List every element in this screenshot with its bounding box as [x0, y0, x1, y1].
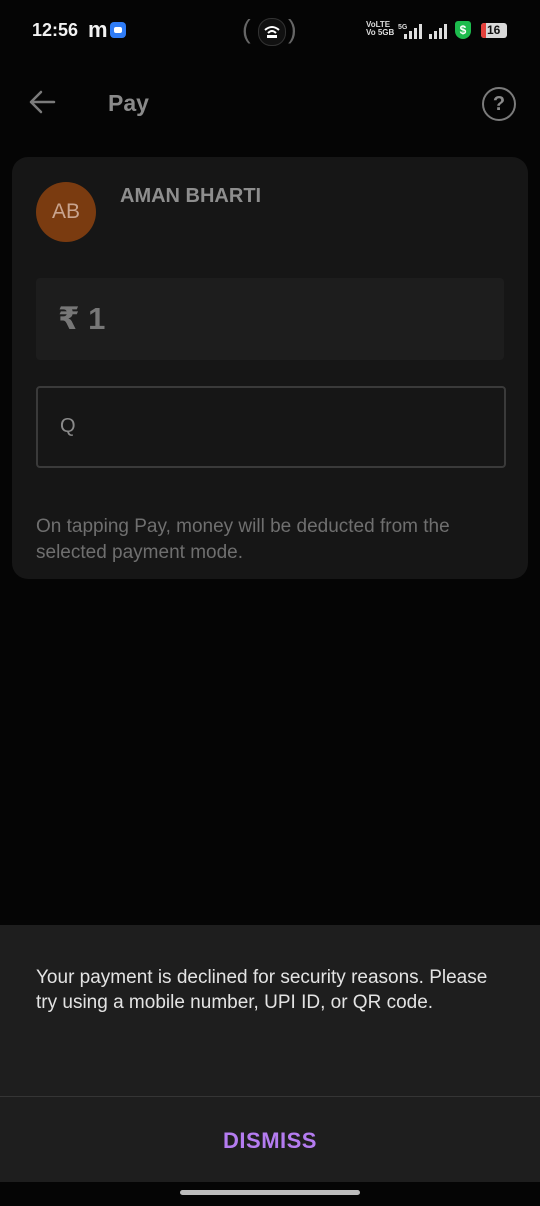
- network-type-label: VoLTE Vo 5GB: [366, 21, 394, 37]
- avatar: AB: [36, 182, 96, 242]
- dialog-message: Your payment is declined for security re…: [36, 967, 488, 1013]
- app-bar: Pay ?: [0, 70, 540, 134]
- navigation-bar: [0, 1182, 540, 1206]
- page-title: Pay: [108, 90, 149, 116]
- note-input[interactable]: Q: [36, 386, 506, 468]
- battery-level: 16: [487, 23, 501, 37]
- svg-text:5G: 5G: [398, 24, 408, 31]
- help-icon[interactable]: ?: [482, 87, 516, 121]
- amount-value: ₹ 1: [58, 301, 106, 336]
- declined-dialog: Your payment is declined for security re…: [0, 925, 540, 1182]
- deduction-info-text: On tapping Pay, money will be deducted f…: [36, 516, 450, 563]
- dismiss-button[interactable]: DISMISS: [0, 1097, 540, 1182]
- amount-field[interactable]: ₹ 1: [36, 278, 504, 360]
- right-bracket-icon: ): [288, 14, 297, 44]
- payment-card: AB AMAN BHARTI ₹ 1 Q On tapping Pay, mon…: [12, 157, 528, 579]
- left-bracket-icon: (: [242, 14, 251, 44]
- note-value: Q: [60, 415, 76, 437]
- signal-icon: [429, 24, 447, 39]
- home-gesture-handle[interactable]: [180, 1190, 360, 1195]
- signal-5g-icon: 5G: [398, 24, 422, 39]
- hotspot-icon: [258, 18, 286, 46]
- shield-icon: $: [455, 21, 471, 39]
- status-time: 12:56: [32, 20, 79, 40]
- notification-app-icon: [110, 22, 126, 38]
- m-app-icon: m: [88, 17, 108, 42]
- payee-name: AMAN BHARTI: [120, 185, 262, 207]
- battery-icon: 16: [481, 23, 507, 38]
- vo5g-label: Vo 5GB: [366, 28, 395, 37]
- camera-cutout: ( ): [242, 14, 297, 46]
- status-bar: 12:56 m ( ) VoLTE Vo 5GB 5G $ 16: [0, 0, 540, 62]
- back-arrow-icon[interactable]: [26, 86, 58, 118]
